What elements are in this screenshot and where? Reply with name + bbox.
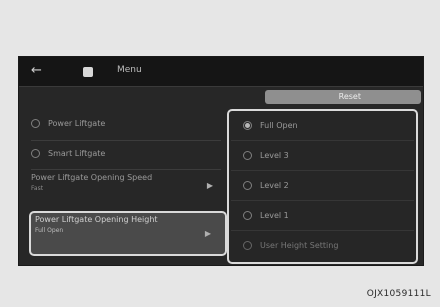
- menu-item-opening-speed[interactable]: Power Liftgate Opening Speed Fast ▶: [31, 173, 221, 207]
- divider: [31, 169, 221, 170]
- option-level-1[interactable]: Level 1: [243, 211, 289, 220]
- radio-icon: [243, 151, 252, 160]
- figure-code: OJX1059111L: [366, 289, 431, 299]
- back-arrow-icon[interactable]: ←: [31, 64, 53, 78]
- divider: [231, 140, 414, 141]
- radio-selected-icon: [243, 121, 252, 130]
- divider: [231, 170, 414, 171]
- divider: [31, 140, 221, 141]
- menu-item-smart-liftgate[interactable]: Smart Liftgate: [31, 149, 221, 158]
- divider: [231, 230, 414, 231]
- option-level-3[interactable]: Level 3: [243, 151, 289, 160]
- option-level-2[interactable]: Level 2: [243, 181, 289, 190]
- checkbox-icon: [31, 149, 40, 158]
- top-bar: ← Menu: [19, 57, 423, 87]
- reset-button[interactable]: Reset: [265, 90, 421, 104]
- menu-item-opening-height[interactable]: Power Liftgate Opening Height Full Open …: [35, 215, 219, 251]
- radio-icon: [243, 211, 252, 220]
- menu-label: Menu: [117, 65, 142, 75]
- home-icon[interactable]: [81, 64, 95, 78]
- menu-item-power-liftgate[interactable]: Power Liftgate: [31, 119, 221, 128]
- chevron-right-icon: ▶: [204, 229, 211, 238]
- checkbox-icon: [31, 119, 40, 128]
- option-user-height-setting[interactable]: User Height Setting: [243, 241, 338, 250]
- divider: [231, 200, 414, 201]
- radio-icon: [243, 241, 252, 250]
- option-full-open[interactable]: Full Open: [243, 121, 298, 130]
- radio-icon: [243, 181, 252, 190]
- chevron-right-icon: ▶: [206, 181, 213, 190]
- infotainment-screen: ← Menu Reset Power Liftgate Smart Liftga…: [18, 56, 424, 266]
